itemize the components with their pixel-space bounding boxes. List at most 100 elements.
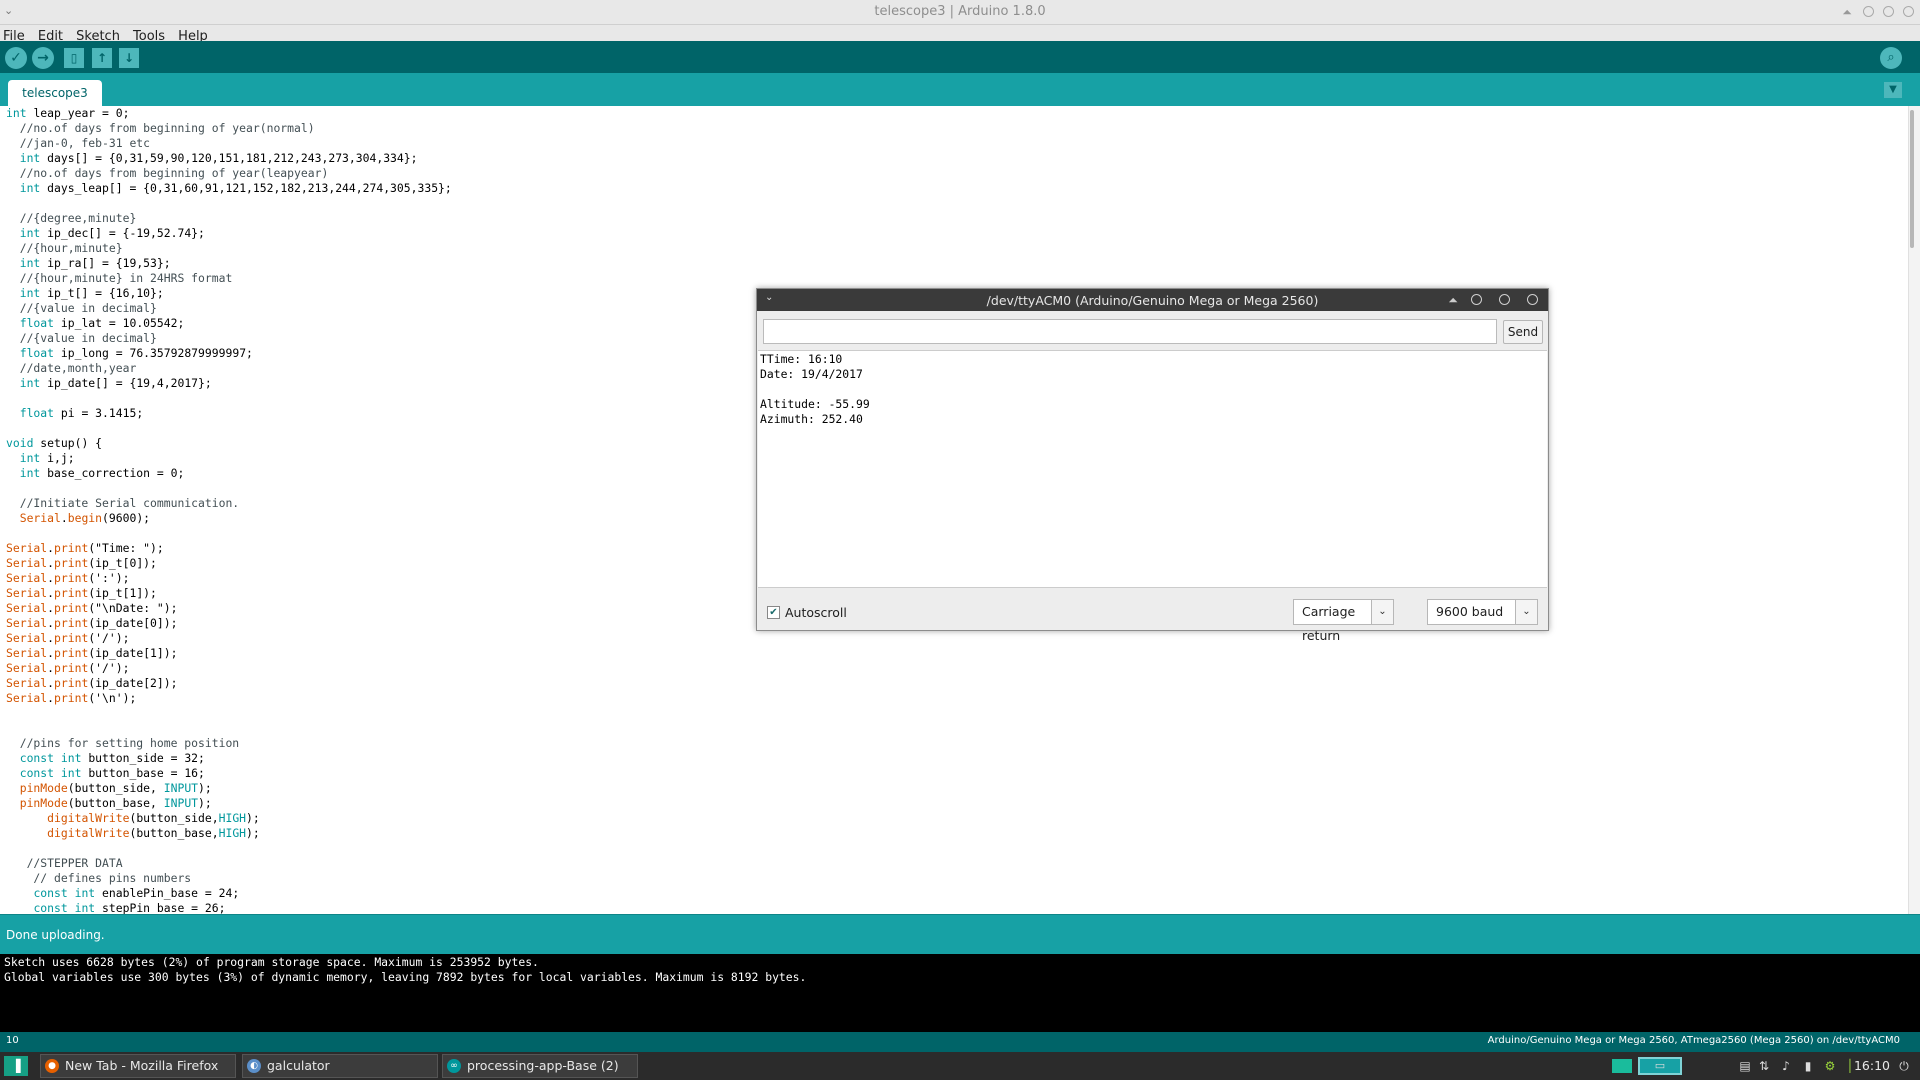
code-line[interactable] [6,196,452,211]
galculator-icon: ◐ [247,1059,261,1073]
code-line[interactable]: Serial.print(ip_date[2]); [6,676,452,691]
serial-monitor-icon[interactable]: ⌕ [1880,47,1902,69]
code-line[interactable]: // defines pins numbers [6,871,452,886]
serial-shade-icon[interactable]: ⏶ [1446,293,1460,307]
window-close-icon[interactable] [1903,6,1914,17]
window-minimize-icon[interactable] [1863,6,1874,17]
code-line[interactable]: Serial.begin(9600); [6,511,452,526]
code-line[interactable]: void setup() { [6,436,452,451]
code-line[interactable] [6,706,452,721]
task-galculator[interactable]: ◐ galculator [242,1054,438,1078]
baud-rate-select[interactable]: 9600 baud ⌄ [1427,599,1538,625]
code-line[interactable]: //{value in decimal} [6,331,452,346]
save-icon[interactable]: ↓ [119,48,139,68]
start-menu-icon[interactable]: ▐ [4,1056,28,1076]
code-line[interactable]: Serial.print('\n'); [6,691,452,706]
code-line[interactable]: const int enablePin_base = 24; [6,886,452,901]
code-line[interactable]: int leap_year = 0; [6,106,452,121]
code-line[interactable]: //pins for setting home position [6,736,452,751]
serial-monitor-title: /dev/ttyACM0 (Arduino/Genuino Mega or Me… [986,293,1319,308]
code-line[interactable]: Serial.print('/'); [6,661,452,676]
code-line[interactable] [6,391,452,406]
serial-close-icon[interactable] [1527,294,1538,305]
code-line[interactable]: Serial.print(ip_date[1]); [6,646,452,661]
code-line[interactable] [6,421,452,436]
code-line[interactable] [6,721,452,736]
open-icon[interactable]: ↑ [92,48,112,68]
serial-maximize-icon[interactable] [1499,294,1510,305]
serial-minimize-icon[interactable] [1471,294,1482,305]
verify-icon[interactable]: ✓ [5,47,27,69]
code-line[interactable]: int days[] = {0,31,59,90,120,151,181,212… [6,151,452,166]
battery-icon[interactable]: ▮ [1800,1058,1816,1074]
task-arduino[interactable]: ∞ processing-app-Base (2) [442,1054,638,1078]
code-line[interactable]: digitalWrite(button_base,HIGH); [6,826,452,841]
code-line[interactable]: int days_leap[] = {0,31,60,91,121,152,18… [6,181,452,196]
code-line[interactable]: pinMode(button_base, INPUT); [6,796,452,811]
send-button[interactable]: Send [1503,320,1543,344]
code-line[interactable]: Serial.print('/'); [6,631,452,646]
code-line[interactable]: int base_correction = 0; [6,466,452,481]
console-output: Sketch uses 6628 bytes (2%) of program s… [0,954,1920,1032]
code-line[interactable]: //STEPPER DATA [6,856,452,871]
window-title: telescope3 | Arduino 1.8.0 [874,4,1046,19]
code-line[interactable]: int ip_ra[] = {19,53}; [6,256,452,271]
editor-scrollbar-thumb[interactable] [1910,110,1914,248]
code-line[interactable]: Serial.print("Time: "); [6,541,452,556]
code-line[interactable]: pinMode(button_side, INPUT); [6,781,452,796]
code-line[interactable]: //date,month,year [6,361,452,376]
line-ending-select[interactable]: Carriage return ⌄ [1293,599,1394,643]
code-line[interactable]: int ip_date[] = {19,4,2017}; [6,376,452,391]
code-line[interactable]: float ip_long = 76.35792879999997; [6,346,452,361]
code-line[interactable]: const int button_side = 32; [6,751,452,766]
tab-menu-chevron-icon[interactable]: ▼ [1884,82,1902,98]
code-line[interactable]: const int button_base = 16; [6,766,452,781]
code-line[interactable] [6,526,452,541]
code-line[interactable]: const int stepPin_base = 26; [6,901,452,914]
code-line[interactable]: float ip_lat = 10.05542; [6,316,452,331]
code-line[interactable]: //{hour,minute} in 24HRS format [6,271,452,286]
board-info: Arduino/Genuino Mega or Mega 2560, ATmeg… [1487,1035,1900,1046]
tab-telescope3[interactable]: telescope3 [8,80,102,106]
code-line[interactable]: //no.of days from beginning of year(leap… [6,166,452,181]
tray-workspace-icon[interactable] [1612,1059,1632,1073]
code-line[interactable]: //{value in decimal} [6,301,452,316]
code-line[interactable]: int i,j; [6,451,452,466]
serial-input[interactable] [763,319,1497,344]
chevron-down-icon: ⌄ [1515,600,1537,624]
network-arrows-icon[interactable]: ⇅ [1756,1058,1772,1074]
new-icon[interactable]: ▯ [64,48,84,68]
autoscroll-checkbox[interactable]: ✔ [767,606,780,619]
code-line[interactable] [6,481,452,496]
footer-bar: 10 Arduino/Genuino Mega or Mega 2560, AT… [0,1032,1920,1052]
code-line[interactable]: //{degree,minute} [6,211,452,226]
status-message: Done uploading. [6,928,105,942]
code-line[interactable]: int ip_dec[] = {-19,52.74}; [6,226,452,241]
code-line[interactable]: //no.of days from beginning of year(norm… [6,121,452,136]
upload-icon[interactable]: → [32,47,54,69]
code-line[interactable]: Serial.print("\nDate: "); [6,601,452,616]
code-text[interactable]: int leap_year = 0; //no.of days from beg… [6,106,452,914]
code-line[interactable]: //jan-0, feb-31 etc [6,136,452,151]
code-line[interactable] [6,841,452,856]
editor-scroll-track[interactable] [1908,106,1920,914]
code-line[interactable]: Serial.print(ip_t[1]); [6,586,452,601]
task-firefox[interactable]: ● New Tab - Mozilla Firefox [40,1054,236,1078]
window-maximize-icon[interactable] [1883,6,1894,17]
power-icon[interactable]: ⏻ [1896,1058,1912,1074]
code-line[interactable]: //Initiate Serial communication. [6,496,452,511]
settings-gear-icon[interactable]: ⚙ [1822,1058,1838,1074]
task-label: galculator [267,1058,330,1073]
clipboard-icon[interactable]: ▤ [1737,1058,1753,1074]
code-line[interactable]: digitalWrite(button_side,HIGH); [6,811,452,826]
tray-active-window-icon[interactable]: ▭ [1638,1057,1682,1075]
clock[interactable]: 16:10 [1854,1058,1890,1073]
code-line[interactable]: float pi = 3.1415; [6,406,452,421]
code-line[interactable]: Serial.print(ip_date[0]); [6,616,452,631]
window-shade-icon[interactable]: ⏶ [1840,5,1854,19]
volume-icon[interactable]: ♪ [1778,1058,1794,1074]
code-line[interactable]: Serial.print(':'); [6,571,452,586]
code-line[interactable]: //{hour,minute} [6,241,452,256]
code-line[interactable]: int ip_t[] = {16,10}; [6,286,452,301]
code-line[interactable]: Serial.print(ip_t[0]); [6,556,452,571]
